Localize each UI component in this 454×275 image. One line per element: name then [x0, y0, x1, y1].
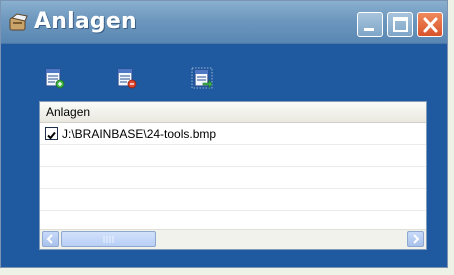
horizontal-scrollbar[interactable] [40, 229, 426, 249]
scroll-right-button[interactable] [407, 231, 424, 247]
checkmark-icon [47, 131, 56, 140]
minimize-icon [364, 28, 374, 31]
scroll-right-arrow-icon [413, 234, 420, 244]
scroll-left-arrow-icon [46, 234, 53, 244]
window-title: Anlagen [34, 9, 137, 34]
column-header-label: Anlagen [46, 105, 91, 119]
remove-attachment-icon[interactable] [115, 67, 137, 89]
list-item[interactable]: J:\BRAINBASE\24-tools.bmp [40, 123, 426, 145]
attachment-app-icon [9, 13, 28, 31]
attachments-window: Anlagen Anlagen J:\BRAINBASE\24-tools.bm… [0, 0, 448, 268]
maximize-icon [393, 17, 408, 32]
item-checkbox[interactable] [45, 127, 58, 140]
scrollbar-thumb[interactable] [61, 231, 156, 247]
close-button[interactable] [417, 12, 443, 37]
empty-row [40, 167, 426, 189]
open-attachment-icon[interactable] [191, 67, 213, 89]
minimize-button[interactable] [357, 12, 383, 37]
maximize-button[interactable] [387, 12, 413, 37]
close-icon [423, 17, 438, 33]
empty-row [40, 189, 426, 211]
empty-row [40, 145, 426, 167]
add-attachment-icon[interactable] [43, 67, 65, 89]
title-bar[interactable]: Anlagen [1, 1, 447, 44]
scroll-left-button[interactable] [42, 231, 59, 247]
column-header-anlagen[interactable]: Anlagen [40, 102, 426, 123]
attachments-list[interactable]: Anlagen J:\BRAINBASE\24-tools.bmp [39, 101, 427, 250]
item-path: J:\BRAINBASE\24-tools.bmp [62, 127, 217, 141]
grip-icon [103, 236, 114, 243]
